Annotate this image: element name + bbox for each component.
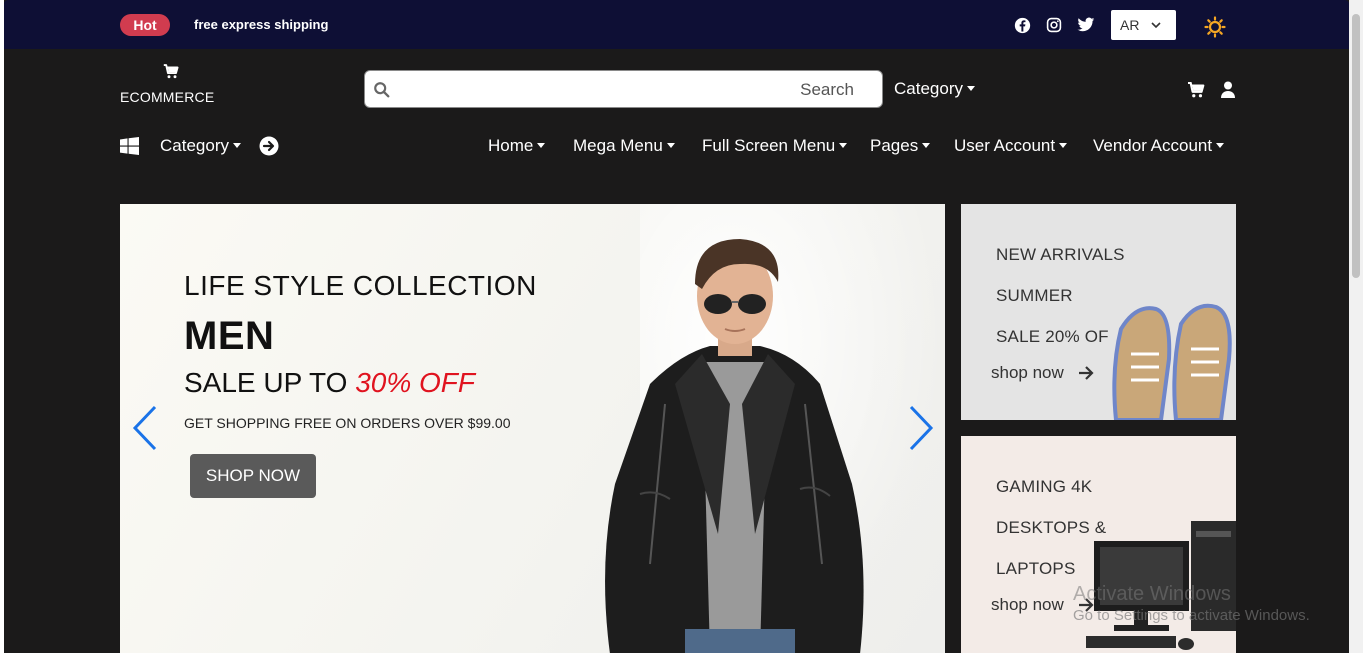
caret-down-icon (1216, 142, 1225, 148)
header-category-label: Category (894, 79, 963, 98)
side-banner-line: SALE 20% OF (996, 327, 1109, 346)
arrow-right-circle-icon[interactable] (259, 136, 279, 161)
caret-down-icon (922, 142, 931, 148)
hot-badge: Hot (120, 14, 170, 36)
nav-item-mega-menu[interactable]: Mega Menu (573, 136, 675, 156)
shoes-image (1112, 303, 1232, 420)
shop-now-button[interactable]: SHOP NOW (190, 454, 316, 498)
cart-icon[interactable] (1187, 81, 1205, 103)
top-bar: Hot free express shipping AR (4, 0, 1349, 49)
caret-down-icon (537, 142, 546, 148)
nav-item-label: Vendor Account (1093, 136, 1213, 155)
nav-item-vendor-account[interactable]: Vendor Account (1093, 136, 1225, 156)
carousel-next-icon[interactable] (906, 404, 936, 457)
nav-item-label: Pages (870, 136, 919, 155)
nav-item-full-screen-menu[interactable]: Full Screen Menu (702, 136, 848, 156)
page-scrollbar[interactable] (1349, 0, 1363, 653)
side-banner-line: NEW ARRIVALS (996, 245, 1125, 264)
nav-item-label: User Account (954, 136, 1056, 155)
side-banner-line: DESKTOPS & (996, 518, 1107, 537)
header-category-dropdown[interactable]: Category (894, 79, 975, 99)
scrollbar-thumb[interactable] (1352, 14, 1360, 278)
hero-subtitle: LIFE STYLE COLLECTION (184, 270, 537, 301)
search-input[interactable]: Search (364, 70, 883, 108)
nav-item-label: Home (488, 136, 534, 155)
nav-item-home[interactable]: Home (488, 136, 546, 156)
chevron-down-icon (1150, 18, 1162, 34)
arrow-right-icon (1078, 366, 1094, 380)
instagram-icon[interactable] (1045, 16, 1063, 34)
side-banner-new-arrivals[interactable]: NEW ARRIVALS SUMMER SALE 20% OF shop now (961, 204, 1236, 420)
windows-grid-icon[interactable] (120, 137, 139, 160)
carousel-prev-icon[interactable] (130, 404, 160, 457)
logo-text: ECOMMERCE (120, 89, 215, 105)
side-banner-line: SUMMER (996, 286, 1073, 305)
sun-icon[interactable] (1204, 16, 1226, 38)
caret-down-icon (1059, 142, 1068, 148)
nav-item-user-account[interactable]: User Account (954, 136, 1068, 156)
nav-category-dropdown[interactable]: Category (160, 136, 241, 156)
facebook-icon[interactable] (1013, 16, 1031, 34)
shop-now-link[interactable]: shop now (991, 363, 1094, 383)
hero-sale-highlight: 30% OFF (355, 367, 476, 398)
caret-down-icon (839, 142, 848, 148)
activate-windows-title: Activate Windows (1073, 583, 1231, 605)
hero-carousel: LIFE STYLE COLLECTION MEN SALE UP TO 30%… (120, 204, 945, 653)
hero-title: MEN (184, 314, 275, 358)
caret-down-icon (966, 85, 975, 91)
activate-windows-subtitle: Go to Settings to activate Windows. (1073, 607, 1310, 624)
caret-down-icon (666, 142, 675, 148)
user-icon[interactable] (1220, 81, 1236, 103)
shipping-text: free express shipping (194, 17, 329, 32)
language-select[interactable]: AR (1111, 10, 1176, 40)
side-banner-line: LAPTOPS (996, 559, 1076, 578)
shop-now-label: shop now (991, 595, 1064, 614)
shop-now-label: shop now (991, 363, 1064, 382)
nav-item-label: Full Screen Menu (702, 136, 836, 155)
nav-item-label: Mega Menu (573, 136, 663, 155)
search-button[interactable]: Search (800, 80, 854, 100)
side-banner-line: GAMING 4K (996, 477, 1093, 496)
nav-item-pages[interactable]: Pages (870, 136, 931, 156)
hero-sale-prefix: SALE UP TO (184, 367, 356, 398)
twitter-icon[interactable] (1077, 16, 1095, 34)
nav-category-label: Category (160, 136, 229, 155)
search-icon (373, 81, 391, 104)
hero-sale-text: SALE UP TO 30% OFF (184, 367, 475, 399)
model-image (605, 239, 864, 653)
page-frame: Hot free express shipping AR ECOMMERCE S… (4, 0, 1349, 653)
cart-logo-icon (163, 64, 179, 84)
language-value: AR (1120, 17, 1140, 33)
caret-down-icon (232, 142, 241, 148)
hero-description: GET SHOPPING FREE ON ORDERS OVER $99.00 (184, 415, 511, 431)
